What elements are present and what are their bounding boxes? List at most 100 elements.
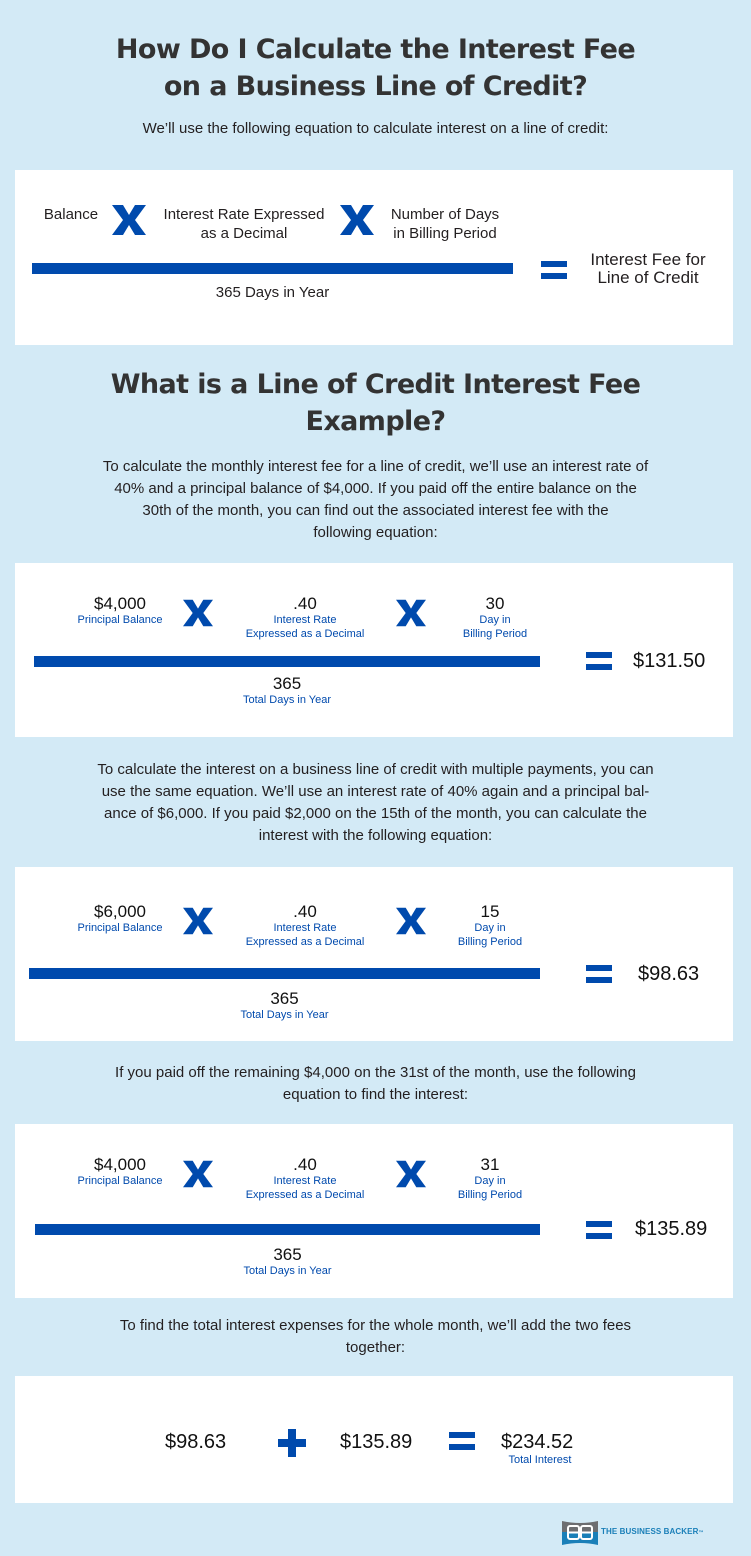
total-fee-2: $135.89 <box>340 1431 413 1453</box>
text-line: equation to find the interest: <box>282 1086 469 1103</box>
formula-result-line-1: Interest Fee for <box>590 250 706 269</box>
result-value: $98.63 <box>638 963 700 985</box>
days-value: 15 <box>480 902 500 921</box>
formula-rate-line-2: as a Decimal <box>200 225 288 242</box>
rate-label-line-1: Interest Rate <box>273 614 337 626</box>
days-label-line-1: Day in <box>474 922 506 934</box>
example-paragraph-3: If you paid off the remaining $4,000 on … <box>0 1062 751 1106</box>
example-paragraph-4: To find the total interest expenses for … <box>0 1315 751 1359</box>
year-days-label: Total Days in Year <box>240 1009 329 1021</box>
rate-value: .40 <box>293 594 317 613</box>
fraction-bar <box>34 656 540 667</box>
year-days-value: 365 <box>272 674 302 693</box>
year-days-value: 365 <box>270 989 299 1008</box>
section-title-line-2: Example? <box>305 406 447 437</box>
text-line: interest with the following equation: <box>258 827 493 844</box>
multiply-icon <box>396 1159 426 1189</box>
example-card-2: $6,000 Principal Balance .40 Interest Ra… <box>15 867 733 1041</box>
rate-label: Interest Rate Expressed as a Decimal <box>230 1174 380 1202</box>
example-paragraph-1: To calculate the monthly interest fee fo… <box>0 456 751 544</box>
rate-label-line-2: Expressed as a Decimal <box>245 936 365 948</box>
equals-icon <box>449 1432 475 1450</box>
balance-label: Principal Balance <box>77 614 163 626</box>
fraction-bar <box>29 968 540 979</box>
brand-name: THE BUSINESS BACKER™ <box>601 1527 704 1536</box>
text-line: 30th of the month, you can find out the … <box>142 502 609 519</box>
days-label: Day in Billing Period <box>440 921 540 949</box>
text-line: 40% and a principal balance of $4,000. I… <box>114 480 637 497</box>
multiply-icon <box>183 1159 213 1189</box>
page-title: How Do I Calculate the Interest Fee on a… <box>0 31 751 105</box>
days-label: Day in Billing Period <box>440 1174 540 1202</box>
formula-rate-line-1: Interest Rate Expressed <box>163 206 325 223</box>
total-card: $98.63 $135.89 $234.52 Total Interest <box>15 1376 733 1503</box>
days-label-line-2: Billing Period <box>457 1189 523 1201</box>
rate-label-line-2: Expressed as a Decimal <box>245 628 365 640</box>
trademark-mark: ™ <box>698 1530 704 1536</box>
equals-icon <box>586 1221 612 1239</box>
days-label-line-1: Day in <box>479 614 511 626</box>
text-line: To calculate the monthly interest fee fo… <box>102 458 649 475</box>
multiply-icon <box>183 906 213 936</box>
total-fee-1: $98.63 <box>165 1431 227 1453</box>
balance-value: $4,000 <box>94 594 146 613</box>
multiply-icon <box>340 205 374 235</box>
total-result-label: Total Interest <box>508 1454 572 1466</box>
formula-days-line-1: Number of Days <box>390 206 500 223</box>
equals-icon <box>586 965 612 983</box>
multiply-icon <box>112 205 146 235</box>
rate-label-line-1: Interest Rate <box>273 1175 337 1187</box>
fraction-bar <box>35 1224 540 1235</box>
year-days-label: Total Days in Year <box>243 1265 332 1277</box>
text-line: together: <box>345 1339 406 1356</box>
example-card-3: $4,000 Principal Balance .40 Interest Ra… <box>15 1124 733 1298</box>
business-backer-logo-icon <box>562 1521 598 1545</box>
rate-value: .40 <box>293 902 317 921</box>
text-line: following equation: <box>313 524 438 541</box>
balance-label: Principal Balance <box>77 922 163 934</box>
intro-text: We’ll use the following equation to calc… <box>142 120 609 137</box>
rate-value: .40 <box>293 1155 317 1174</box>
days-label-line-2: Billing Period <box>457 936 523 948</box>
balance-label: Principal Balance <box>77 1175 163 1187</box>
balance-value: $4,000 <box>94 1155 146 1174</box>
example-card-1: $4,000 Principal Balance .40 Interest Ra… <box>15 563 733 737</box>
text-line: To calculate the interest on a business … <box>97 761 654 778</box>
formula-card: Balance Interest Rate Expressed as a Dec… <box>15 170 733 345</box>
total-result: $234.52 <box>501 1431 574 1453</box>
equals-icon <box>586 652 612 670</box>
rate-label: Interest Rate Expressed as a Decimal <box>230 613 380 641</box>
year-days-value: 365 <box>273 1245 302 1264</box>
formula-denominator: 365 Days in Year <box>215 284 330 301</box>
text-line: To find the total interest expenses for … <box>119 1317 632 1334</box>
rate-label-line-2: Expressed as a Decimal <box>245 1189 365 1201</box>
days-value: 30 <box>485 594 505 613</box>
year-days-label: Total Days in Year <box>242 694 332 706</box>
equals-icon <box>541 261 567 279</box>
days-label: Day in Billing Period <box>445 613 545 641</box>
text-line: use the same equation. We’ll use an inte… <box>101 783 650 800</box>
days-label-line-1: Day in <box>474 1175 506 1187</box>
fraction-bar <box>32 263 513 274</box>
text-line: If you paid off the remaining $4,000 on … <box>115 1064 636 1081</box>
multiply-icon <box>396 906 426 936</box>
days-value: 31 <box>480 1155 500 1174</box>
formula-rate: Interest Rate Expressed as a Decimal <box>149 205 339 243</box>
plus-icon <box>278 1429 306 1457</box>
result-value: $131.50 <box>633 650 706 672</box>
brand-name-text: THE BUSINESS BACKER <box>601 1527 699 1536</box>
multiply-icon <box>396 598 426 628</box>
rate-label: Interest Rate Expressed as a Decimal <box>230 921 380 949</box>
brand-logo[interactable]: THE BUSINESS BACKER™ <box>562 1519 747 1547</box>
result-value: $135.89 <box>635 1218 708 1240</box>
example-paragraph-2: To calculate the interest on a business … <box>0 759 751 847</box>
formula-days: Number of Days in Billing Period <box>375 205 515 243</box>
formula-result-line-2: Line of Credit <box>597 268 699 287</box>
multiply-icon <box>183 598 213 628</box>
text-line: ance of $6,000. If you paid $2,000 on th… <box>104 805 647 822</box>
page-title-line-1: How Do I Calculate the Interest Fee <box>115 34 636 65</box>
formula-days-line-2: in Billing Period <box>393 225 497 242</box>
formula-result: Interest Fee for Line of Credit <box>573 251 723 287</box>
section-title: What is a Line of Credit Interest Fee Ex… <box>0 366 751 440</box>
page-title-line-2: on a Business Line of Credit? <box>163 71 588 102</box>
